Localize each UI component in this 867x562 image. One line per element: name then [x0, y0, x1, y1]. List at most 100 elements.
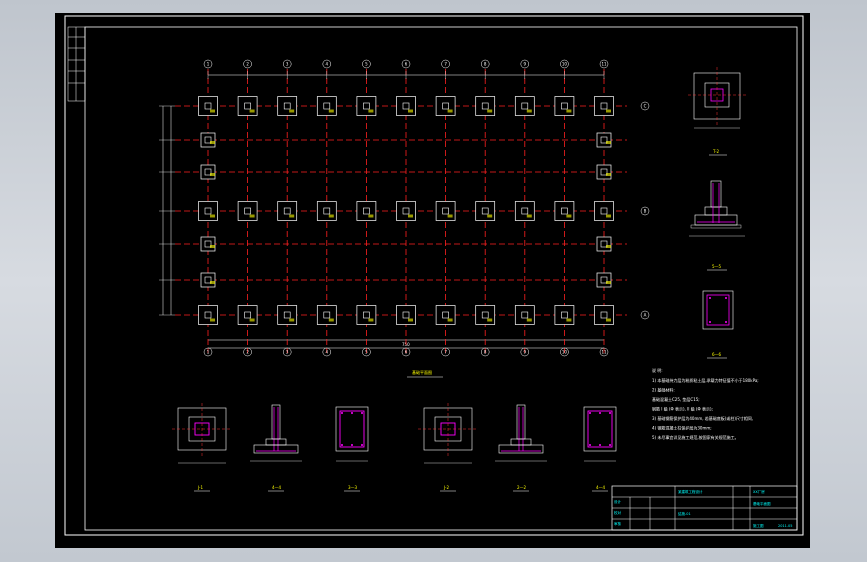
- label-t2: T-2: [712, 149, 720, 154]
- grid-label: 9: [524, 350, 527, 355]
- footing-main: [237, 96, 258, 116]
- grid-label: 3: [286, 350, 289, 355]
- binding-strip: [67, 26, 86, 102]
- detail-plan: J-1: [172, 403, 232, 492]
- cad-drawing: 75011223344556677889910101111CBA 基础平面图 T…: [64, 15, 804, 536]
- detail-cut: 4—4: [583, 406, 617, 492]
- footing-main: [316, 96, 337, 116]
- footing-main: [316, 201, 337, 221]
- footing-main: [237, 201, 258, 221]
- grid-label: 4: [326, 350, 329, 355]
- footing-main: [277, 305, 298, 325]
- footing-main: [435, 96, 456, 116]
- note-line: 2) 基础材料:: [652, 387, 675, 393]
- footing-main: [475, 201, 496, 221]
- tb-row-1: 设计: [614, 499, 622, 504]
- footing-main: [475, 305, 496, 325]
- grid-label: 10: [562, 350, 568, 355]
- grid-label: 8: [484, 350, 487, 355]
- footing-main: [594, 201, 614, 221]
- note-line: 3) 基础钢筋保护层为40mm, 若基础底板(或柱)尺寸相同,: [652, 415, 753, 421]
- tb-sheet: 结施-01: [678, 511, 691, 516]
- note-line: 1) 本基础持力层为粉质粘土层,承载力特征值不小于180kPa;: [652, 377, 759, 383]
- grid-label: 1: [207, 62, 210, 67]
- detail-section: 2—2: [495, 404, 547, 492]
- grid-label: 11: [601, 350, 607, 355]
- grid-label: C: [644, 104, 647, 109]
- footing-gable: [596, 164, 612, 180]
- footing-gable: [596, 236, 612, 252]
- footing-main: [514, 201, 535, 221]
- footing-main: [198, 305, 218, 325]
- footing-main: [396, 96, 416, 116]
- grid-label: 3: [286, 62, 289, 67]
- footing-main: [356, 201, 377, 221]
- detail-plan: J-2: [418, 403, 478, 492]
- grid-label: 8: [484, 62, 487, 67]
- note-line: 5) 未尽事宜详见施工规范,按国家有关规范施工。: [652, 434, 739, 440]
- detail-t2: T-2: [688, 67, 747, 156]
- grid-label: 9: [524, 62, 527, 67]
- drawing-sheet: 75011223344556677889910101111CBA 基础平面图 T…: [55, 13, 810, 548]
- label-66: 6—6: [712, 352, 722, 357]
- tb-school: 某建筑工程设计: [678, 489, 703, 494]
- footing-gable: [596, 272, 612, 288]
- label-55: 5—5: [712, 264, 722, 269]
- tb-project: XX厂房: [753, 489, 765, 494]
- footing-gable: [200, 272, 216, 288]
- footing-main: [554, 96, 575, 116]
- footing-main: [396, 201, 416, 221]
- footing-main: [435, 201, 456, 221]
- grid-label: 4: [326, 62, 329, 67]
- footing-main: [554, 305, 575, 325]
- footing-main: [237, 305, 258, 325]
- grid-label: 1: [207, 350, 210, 355]
- grid-label: B: [644, 209, 647, 214]
- sheet-border: [64, 15, 804, 536]
- grid-label: 11: [601, 62, 607, 67]
- detail-label: 4—4: [272, 485, 282, 490]
- footing-main: [514, 305, 535, 325]
- tb-stage: 施工图: [753, 523, 764, 528]
- notes-block: 说 明: 1) 本基础持力层为粉质粘土层,承载力特征值不小于180kPa; 2) …: [652, 367, 759, 440]
- foundation-plan: 75011223344556677889910101111CBA: [159, 59, 650, 357]
- tb-date: 2011.05: [778, 524, 792, 528]
- footing-main: [514, 96, 535, 116]
- note-line: 钢筋 I 级 (Φ 表示), II 级 (Φ 表示);: [652, 406, 713, 412]
- bottom-details: J-1 J-2 4—4 2—2 3—3 4—4: [172, 403, 617, 492]
- footing-main: [594, 305, 614, 325]
- footing-main: [396, 305, 416, 325]
- footing-gable: [200, 236, 216, 252]
- grid-label: 2: [246, 350, 249, 355]
- grid-label: 5: [365, 350, 368, 355]
- footing-main: [435, 305, 456, 325]
- section-66: 6—6: [702, 290, 734, 359]
- note-line: 基础混凝土C25, 垫层C15;: [652, 396, 700, 402]
- footing-gable: [200, 132, 216, 148]
- detail-label: J-1: [197, 485, 203, 490]
- footing-main: [316, 305, 337, 325]
- grid-label: 7: [444, 62, 447, 67]
- detail-section: 4—4: [250, 404, 302, 492]
- footing-main: [198, 201, 218, 221]
- detail-cut: 3—3: [335, 406, 369, 492]
- detail-label: 2—2: [517, 485, 527, 490]
- tb-drawing-name: 基础平面图: [753, 501, 771, 506]
- footing-gable: [200, 164, 216, 180]
- footing-main: [198, 96, 218, 116]
- note-line: 4) 钢筋混凝土柱保护层为30mm;: [652, 425, 712, 431]
- grid-label: 6: [405, 62, 408, 67]
- footing-main: [475, 96, 496, 116]
- footing-main: [554, 201, 575, 221]
- detail-label: J-2: [443, 485, 449, 490]
- tb-row-2: 校对: [614, 510, 622, 515]
- grid-label: A: [644, 313, 647, 318]
- footing-main: [594, 96, 614, 116]
- footing-main: [277, 201, 298, 221]
- notes-title: 说 明:: [652, 367, 663, 373]
- section-55: 5—5: [689, 180, 745, 271]
- footing-main: [277, 96, 298, 116]
- grid-label: 10: [562, 62, 568, 67]
- title-block: 某建筑工程设计 结施-01 XX厂房 基础平面图 施工图 2011.05 设计 …: [611, 485, 798, 531]
- footing-main: [356, 305, 377, 325]
